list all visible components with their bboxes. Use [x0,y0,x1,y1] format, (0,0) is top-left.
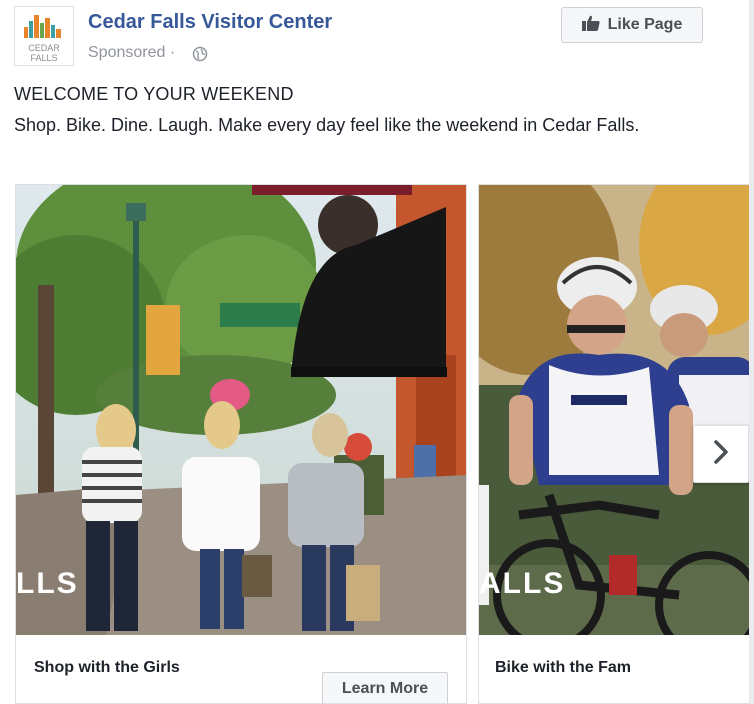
like-page-button[interactable]: Like Page [561,7,703,43]
thumbs-up-icon [581,15,600,36]
logo-text-line2: FALLS [30,53,57,63]
card-title-bike[interactable]: Bike with the Fam [495,659,631,677]
sponsored-text: Sponsored [88,44,166,61]
shop-street-photo[interactable]: LLS [16,185,466,635]
page-name-link[interactable]: Cedar Falls Visitor Center [88,11,332,34]
logo-text-line1: CEDAR [28,43,60,53]
globe-icon[interactable] [192,46,208,67]
sponsored-separator: · [169,44,176,61]
chevron-right-icon [711,439,731,470]
card-overlay-text: ALLS [479,567,566,600]
page-logo[interactable]: CEDAR FALLS [14,6,74,66]
cedar-falls-logo-icon: CEDAR FALLS [24,15,61,63]
post-headline: WELCOME TO YOUR WEEKEND [14,84,294,104]
card-overlay-text: LLS [16,567,79,600]
feed-edge-divider [749,0,754,704]
carousel-card-shop[interactable]: LLS Shop with the Girls Learn More [15,184,467,704]
like-page-label: Like Page [607,16,683,33]
carousel-next-button[interactable] [693,425,749,483]
cyclists-photo[interactable]: ALLS [479,185,754,635]
learn-more-button[interactable]: Learn More [322,672,448,703]
card-title-shop[interactable]: Shop with the Girls [34,659,180,677]
sponsored-label: Sponsored · [88,44,175,62]
post-body: Shop. Bike. Dine. Laugh. Make every day … [14,115,640,135]
